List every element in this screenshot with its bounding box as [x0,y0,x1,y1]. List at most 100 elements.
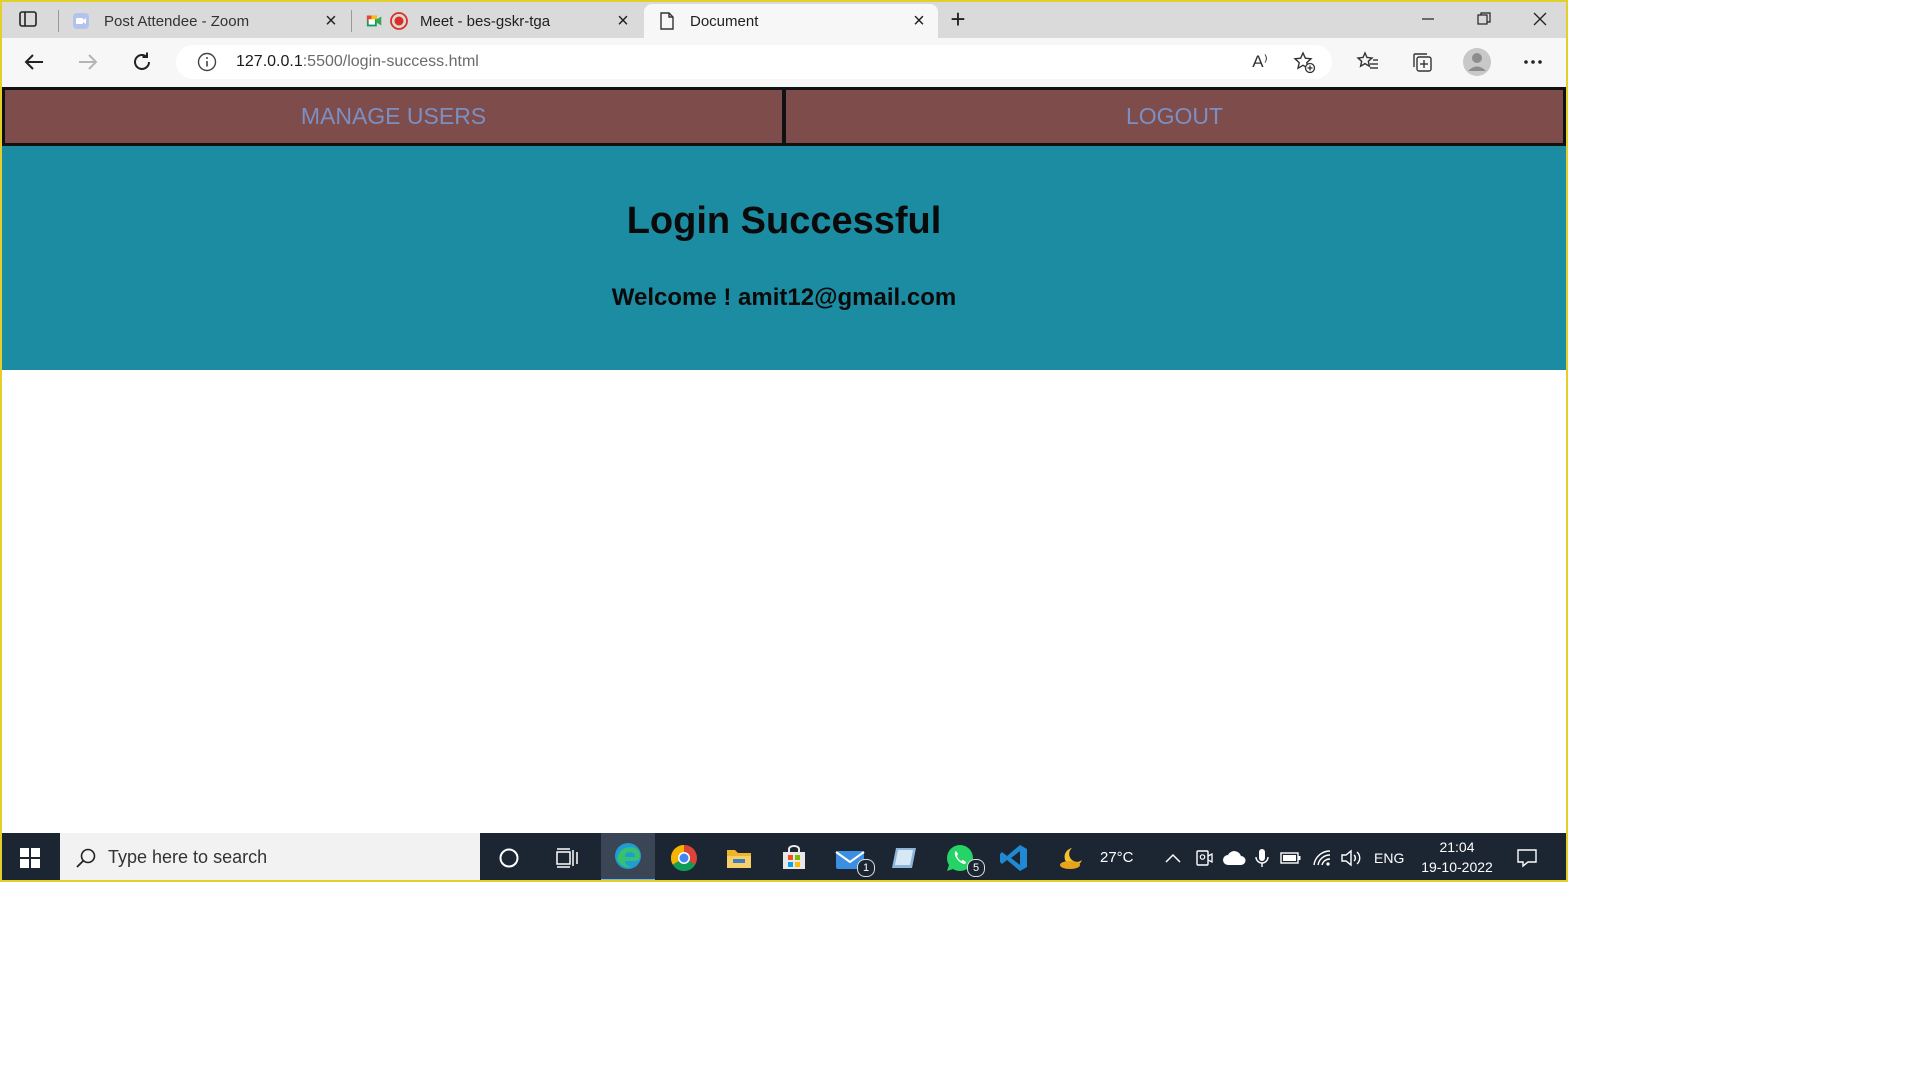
close-window-button[interactable] [1512,0,1568,38]
search-icon [74,846,98,870]
forward-button[interactable] [70,44,106,80]
clock-date: 19-10-2022 [1421,859,1493,875]
volume-tray[interactable] [1340,833,1362,882]
taskbar-mail[interactable]: 1 [823,833,877,882]
taskbar-vscode[interactable] [987,833,1041,882]
back-arrow-icon [24,54,43,70]
notifications-button[interactable] [1516,833,1538,882]
browser-toolbar: 127.0.0.1:5500/login-success.html A⁾ [0,38,1568,87]
welcome-banner: Login Successful Welcome ! amit12@gmail.… [2,146,1566,370]
forward-arrow-icon [79,54,98,70]
taskbar-edge[interactable] [601,833,655,882]
close-tab-icon[interactable]: × [612,10,634,33]
top-nav: MANAGE USERS LOGOUT [2,87,1566,146]
microphone-tray[interactable] [1254,833,1270,882]
avatar-icon [1463,48,1491,76]
start-button[interactable] [2,833,58,882]
speaker-icon [1341,849,1361,866]
logout-link[interactable]: LOGOUT [784,87,1566,146]
store-icon [783,844,805,869]
microphone-icon [1255,848,1269,867]
cortana-icon [499,848,519,867]
url-host: 127.0.0.1 [236,53,303,70]
favorites-button[interactable] [1350,44,1386,80]
edge-icon [615,843,641,869]
taskbar-search[interactable]: Type here to search [60,833,480,882]
more-icon [1524,60,1542,64]
back-button[interactable] [16,44,52,80]
tab-zoom[interactable]: Post Attendee - Zoom × [58,4,350,38]
cortana-button[interactable] [482,833,536,882]
onedrive-tray[interactable] [1222,833,1246,882]
url-path: :5500/login-success.html [302,53,479,70]
cloud-icon [1223,850,1246,865]
recording-icon [390,12,408,30]
weather-widget[interactable]: 27°C [1058,833,1134,882]
add-favorite-icon[interactable] [1292,50,1316,74]
notes-app-icon [892,847,916,868]
google-meet-icon [366,12,384,30]
whatsapp-badge: 5 [967,859,985,877]
close-icon [1533,12,1547,26]
meet-now-tray[interactable] [1194,833,1214,882]
taskbar-store[interactable] [767,833,821,882]
tab-title: Meet - bes-gskr-tga [420,12,551,30]
mail-badge: 1 [857,859,875,877]
weather-moon-icon [1060,847,1082,869]
tab-actions-icon [19,11,37,27]
refresh-button[interactable] [124,44,160,80]
vscode-icon [1000,844,1027,871]
chevron-up-icon [1165,853,1181,863]
page-content: MANAGE USERS LOGOUT Login Successful Wel… [2,87,1566,833]
taskbar-whatsapp[interactable]: 5 [933,833,987,882]
battery-tray[interactable] [1280,833,1302,882]
tab-title: Post Attendee - Zoom [104,12,250,30]
refresh-icon [134,52,150,70]
plus-icon: + [950,3,966,34]
weather-temp: 27°C [1100,849,1134,866]
taskbar-app-notes[interactable] [877,833,931,882]
battery-icon [1280,851,1301,864]
minimize-button[interactable] [1400,0,1456,38]
document-icon [658,12,676,30]
address-bar[interactable]: 127.0.0.1:5500/login-success.html A⁾ [176,45,1332,79]
windows-taskbar: Type here to search 1 5 27°C ENG 21:04 1… [0,833,1568,882]
welcome-message: Welcome ! amit12@gmail.com [611,284,957,311]
close-tab-icon[interactable]: × [320,10,342,33]
profile-button[interactable] [1459,44,1495,80]
settings-menu-button[interactable] [1515,44,1551,80]
read-aloud-icon[interactable]: A⁾ [1248,50,1272,74]
close-tab-icon[interactable]: × [908,10,930,33]
tab-title: Document [690,12,759,30]
windows-logo-icon [20,847,40,868]
task-view-button[interactable] [540,833,594,882]
manage-users-link[interactable]: MANAGE USERS [2,87,784,146]
favorites-icon [1356,51,1378,69]
restore-icon [1477,12,1491,25]
clock-time: 21:04 [1439,839,1475,855]
folder-icon [727,849,751,868]
tab-document[interactable]: Document × [644,4,938,38]
page-title: Login Successful [626,200,942,242]
show-hidden-icons-button[interactable] [1164,833,1182,882]
clock[interactable]: 21:04 19-10-2022 [1414,837,1500,877]
site-info-icon[interactable] [196,51,218,73]
collections-icon [1413,53,1432,72]
tab-strip: Post Attendee - Zoom × Meet - bes-gskr-t… [0,0,1568,38]
zoom-icon [72,12,90,30]
language-indicator[interactable]: ENG [1374,833,1404,882]
notification-icon [1517,848,1537,867]
chrome-icon [670,844,697,871]
restore-button[interactable] [1456,0,1512,38]
taskbar-chrome[interactable] [657,833,711,882]
minimize-icon [1422,18,1434,20]
network-tray[interactable] [1312,833,1334,882]
task-view-icon [556,847,578,868]
tab-actions-button[interactable] [10,1,46,37]
search-placeholder: Type here to search [108,847,268,867]
taskbar-file-explorer[interactable] [712,833,766,882]
tab-meet[interactable]: Meet - bes-gskr-tga × [352,4,642,38]
new-tab-button[interactable]: + [940,1,976,37]
collections-button[interactable] [1404,44,1440,80]
wifi-icon [1313,849,1331,866]
